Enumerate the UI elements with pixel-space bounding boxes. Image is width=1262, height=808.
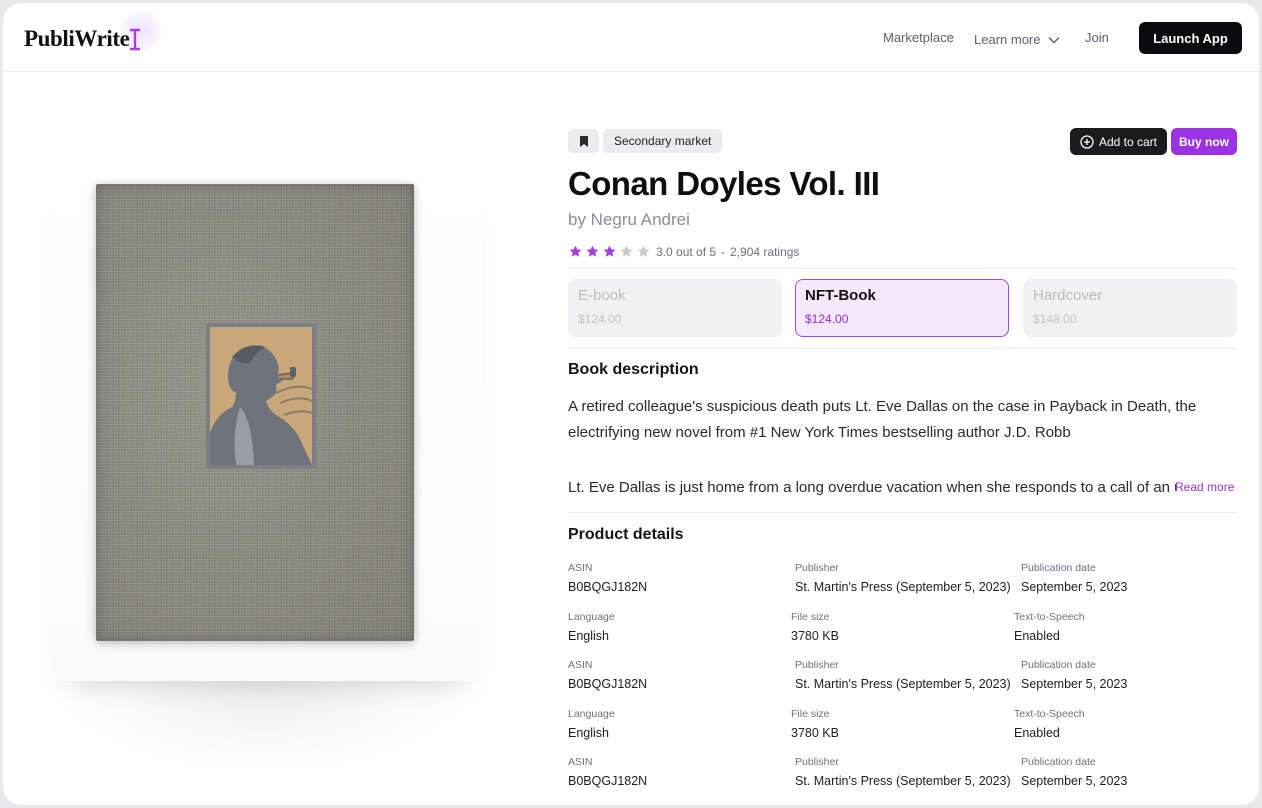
detail-value: September 5, 2023 <box>1021 677 1128 691</box>
detail-value: 3780 KB <box>791 629 839 643</box>
nav-join[interactable]: Join <box>1085 30 1109 45</box>
detail-value: September 5, 2023 <box>1021 774 1128 788</box>
top-header: PubliWrite Marketplace Learn more Join L… <box>3 3 1259 72</box>
product-details-heading: Product details <box>568 526 684 543</box>
nav-learn-more[interactable]: Learn more <box>974 32 1060 47</box>
detail-label: Publication date <box>1021 562 1096 574</box>
detail-value: Enabled <box>1014 629 1060 643</box>
read-more-link[interactable]: Read more <box>1175 480 1234 494</box>
logo[interactable]: PubliWrite <box>24 24 141 54</box>
rating-score: 3.0 out of 5 <box>656 244 717 259</box>
format-price: $124.00 <box>578 312 622 326</box>
nav-learn-more-label: Learn more <box>974 32 1041 47</box>
format-price: $148.00 <box>1033 312 1077 326</box>
star-icon <box>586 245 599 257</box>
chevron-down-icon <box>1048 36 1060 43</box>
secondary-market-tag: Secondary market <box>603 129 723 153</box>
divider <box>568 512 1237 513</box>
format-option-hardcover[interactable]: Hardcover $148.00 <box>1023 279 1237 337</box>
detail-label: Language <box>568 708 615 720</box>
add-to-cart-button[interactable]: Add to cart <box>1070 128 1167 155</box>
star-icon <box>603 245 616 257</box>
divider <box>568 348 1237 349</box>
detail-value: St. Martin's Press (September 5, 2023) <box>795 774 1011 788</box>
book-title: Conan Doyles Vol. III <box>568 165 880 202</box>
cover-illustration <box>206 323 316 469</box>
book-description-heading: Book description <box>568 361 699 378</box>
detail-label: Publication date <box>1021 756 1096 768</box>
detail-label: File size <box>791 611 830 623</box>
detail-label: Publisher <box>795 756 839 768</box>
divider <box>568 268 1237 269</box>
format-name: NFT-Book <box>805 287 876 304</box>
detail-value: September 5, 2023 <box>1021 580 1128 594</box>
detail-label: Publisher <box>795 562 839 574</box>
detail-label: ASIN <box>568 756 593 768</box>
launch-app-button[interactable]: Launch App <box>1139 22 1242 54</box>
detail-label: ASIN <box>568 659 593 671</box>
plus-circle-icon <box>1080 134 1094 149</box>
detail-label: Text-to-Speech <box>1014 611 1085 623</box>
bookmark-icon <box>579 135 588 147</box>
add-to-cart-label: Add to cart <box>1098 134 1158 149</box>
detail-value: Enabled <box>1014 726 1060 740</box>
detail-label: Publisher <box>795 659 839 671</box>
app-frame: PubliWrite Marketplace Learn more Join L… <box>3 3 1259 805</box>
format-price: $124.00 <box>805 312 849 326</box>
detail-label: Language <box>568 611 615 623</box>
detail-value: St. Martin's Press (September 5, 2023) <box>795 677 1011 691</box>
rating-count[interactable]: 2,904 ratings <box>730 245 799 259</box>
star-icon <box>637 245 650 257</box>
detail-value: 3780 KB <box>791 726 839 740</box>
bookmark-button[interactable] <box>568 129 599 153</box>
book-cover-image <box>96 184 414 641</box>
detail-label: Text-to-Speech <box>1014 708 1085 720</box>
star-rating <box>568 244 651 259</box>
detail-label: File size <box>791 708 830 720</box>
detail-value: St. Martin's Press (September 5, 2023) <box>795 580 1011 594</box>
description-paragraph-truncated: Lt. Eve Dallas is just home from a long … <box>568 479 1176 496</box>
rating-separator: - <box>721 244 726 259</box>
detail-label: ASIN <box>568 562 593 574</box>
format-name: E-book <box>578 287 626 304</box>
star-icon <box>620 245 633 257</box>
format-option-ebook[interactable]: E-book $124.00 <box>568 279 782 337</box>
star-icon <box>569 245 582 257</box>
format-name: Hardcover <box>1033 287 1103 304</box>
rating-row: 3.0 out of 5 - 2,904 ratings <box>568 244 799 259</box>
detail-value: B0BQGJ182N <box>568 677 648 691</box>
book-author[interactable]: by Negru Andrei <box>568 210 690 230</box>
detail-label: Publication date <box>1021 659 1096 671</box>
nav-marketplace[interactable]: Marketplace <box>883 30 954 45</box>
description-paragraph: A retired colleague's suspicious death p… <box>568 398 1197 441</box>
detail-value: B0BQGJ182N <box>568 774 648 788</box>
detail-value: English <box>568 726 609 740</box>
text-cursor-icon <box>130 28 141 51</box>
cover-floor-shadow <box>49 673 479 773</box>
logo-text: PubliWrite <box>24 26 130 51</box>
detail-value: English <box>568 629 609 643</box>
format-option-nft-book[interactable]: NFT-Book $124.00 <box>795 279 1009 337</box>
detail-value: B0BQGJ182N <box>568 580 648 594</box>
buy-now-button[interactable]: Buy now <box>1171 128 1237 155</box>
